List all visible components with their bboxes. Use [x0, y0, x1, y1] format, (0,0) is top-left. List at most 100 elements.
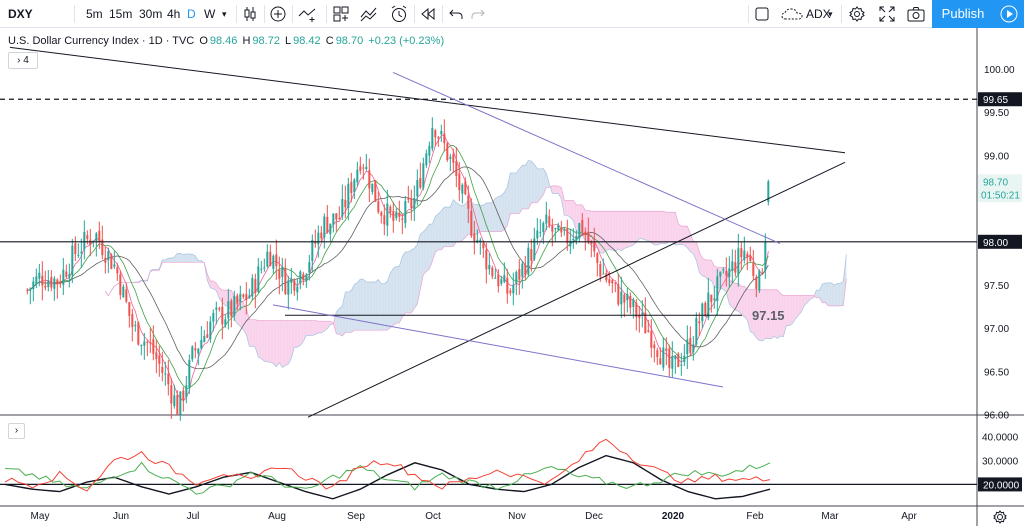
ichimoku-cloud-segment	[645, 211, 649, 241]
cloud-layout-icon[interactable]	[781, 7, 803, 21]
candle-body	[95, 233, 98, 242]
ichimoku-cloud-segment	[261, 320, 265, 362]
adx-pane-collapse-button[interactable]: ›	[8, 423, 25, 439]
candle-body	[254, 279, 257, 293]
candle-body	[140, 344, 143, 346]
candle-body	[137, 322, 140, 345]
price-tag-resistance: 99.65	[983, 95, 1008, 106]
ichimoku-cloud-segment	[456, 202, 460, 242]
candle-body	[437, 137, 440, 139]
candle-body	[485, 249, 488, 270]
candle-body	[764, 241, 767, 271]
templates-icon[interactable]	[333, 6, 349, 22]
ichimoku-cloud-segment	[339, 306, 343, 337]
candle-body	[113, 264, 116, 267]
ichimoku-cloud-segment	[426, 224, 430, 272]
symbol-search[interactable]: DXY	[8, 0, 33, 28]
candle-body	[500, 279, 503, 284]
candle-body	[257, 266, 260, 293]
redo-icon[interactable]	[471, 8, 485, 20]
replay-rewind-icon[interactable]	[421, 8, 435, 20]
candle-body	[470, 210, 473, 236]
candle-body	[329, 223, 332, 235]
indicator-name-label[interactable]: ADX	[806, 0, 831, 28]
ichimoku-cloud-segment	[834, 283, 838, 306]
candle-body	[422, 163, 425, 188]
ichimoku-cloud-segment	[390, 268, 394, 328]
alert-clock-icon[interactable]	[390, 5, 408, 23]
candle-body	[404, 200, 407, 224]
candle-body	[149, 342, 152, 344]
interval-dropdown-chevron-icon[interactable]: ▾	[222, 0, 227, 28]
candle-body	[626, 294, 629, 301]
candle-body	[710, 294, 713, 303]
candle-body	[293, 280, 296, 291]
indicators-collapse-button[interactable]: › 4	[8, 52, 38, 69]
candle-body	[317, 232, 320, 245]
ichimoku-cloud-segment	[837, 283, 841, 306]
candle-body	[134, 324, 137, 327]
candle-body	[659, 358, 662, 365]
ichimoku-cloud-segment	[210, 280, 214, 289]
fullscreen-arrows-icon[interactable]	[879, 6, 895, 22]
candle-body	[752, 263, 755, 276]
ichimoku-cloud-segment	[393, 266, 397, 326]
ichimoku-cloud-segment	[348, 290, 352, 333]
camera-snapshot-icon[interactable]	[907, 6, 925, 22]
ichimoku-cloud-segment	[615, 211, 619, 252]
candle-body	[518, 268, 521, 280]
publish-button[interactable]: Publish	[932, 0, 994, 28]
interval-4h[interactable]: 4h	[167, 0, 180, 28]
candle-body	[305, 274, 308, 282]
ichimoku-cloud-segment	[288, 320, 292, 365]
interval-15m[interactable]: 15m	[109, 0, 132, 28]
chart-canvas[interactable]: 97.15 100.00 99.50 99.00 97.50 97.00 96.50 96.…	[0, 28, 1024, 526]
indicator-dropdown-chevron-icon[interactable]: ▾	[828, 0, 833, 28]
candle-body	[599, 263, 602, 277]
candle-body	[443, 133, 446, 144]
interval-1d[interactable]: D	[187, 0, 196, 28]
indicators-icon[interactable]	[298, 6, 318, 22]
interval-30m[interactable]: 30m	[139, 0, 162, 28]
compare-symbols-icon[interactable]	[360, 5, 378, 23]
level-97-15-label: 97.15	[752, 308, 785, 323]
toolbar-divider	[236, 5, 237, 23]
legend-title[interactable]: U.S. Dollar Currency Index · 1D · TVC	[8, 35, 194, 47]
add-compare-icon[interactable]	[270, 6, 286, 22]
axis-settings-gear-icon[interactable]	[993, 510, 1007, 524]
toolbar-divider	[74, 5, 75, 23]
candle-body	[26, 289, 29, 291]
interval-1w[interactable]: W	[204, 0, 215, 28]
candle-body	[161, 366, 164, 373]
candle-body	[224, 319, 227, 326]
interval-5m[interactable]: 5m	[86, 0, 103, 28]
time-axis-label: Dec	[585, 511, 603, 522]
candle-body	[212, 312, 215, 322]
ichimoku-cloud-segment	[525, 160, 529, 209]
ichimoku-cloud-segment	[264, 320, 268, 362]
candle-body	[164, 373, 167, 375]
candle-body	[464, 181, 467, 195]
undo-icon[interactable]	[449, 8, 463, 20]
candles-chart-type-icon[interactable]	[243, 6, 257, 22]
candle-body	[206, 334, 209, 338]
replay-play-button[interactable]	[994, 0, 1024, 28]
ichimoku-cloud-segment	[642, 211, 646, 240]
ichimoku-cloud-segment	[354, 282, 358, 331]
ichimoku-cloud-segment	[639, 211, 643, 239]
ichimoku-cloud-segment	[564, 200, 568, 216]
legend-low-value: 98.42	[293, 35, 321, 47]
candle-body	[539, 232, 542, 234]
candle-body	[704, 302, 707, 317]
candle-body	[338, 218, 341, 220]
ichimoku-cloud-segment	[822, 283, 826, 303]
candle-body	[521, 263, 524, 277]
candle-body	[674, 355, 677, 360]
candle-body	[284, 268, 287, 294]
candle-body	[743, 250, 746, 260]
legend-open-value: 98.46	[209, 35, 238, 47]
settings-gear-icon[interactable]	[849, 6, 865, 22]
ichimoku-cloud-segment	[282, 320, 286, 368]
candle-body	[287, 280, 290, 295]
fullscreen-rect-icon[interactable]	[755, 7, 769, 21]
